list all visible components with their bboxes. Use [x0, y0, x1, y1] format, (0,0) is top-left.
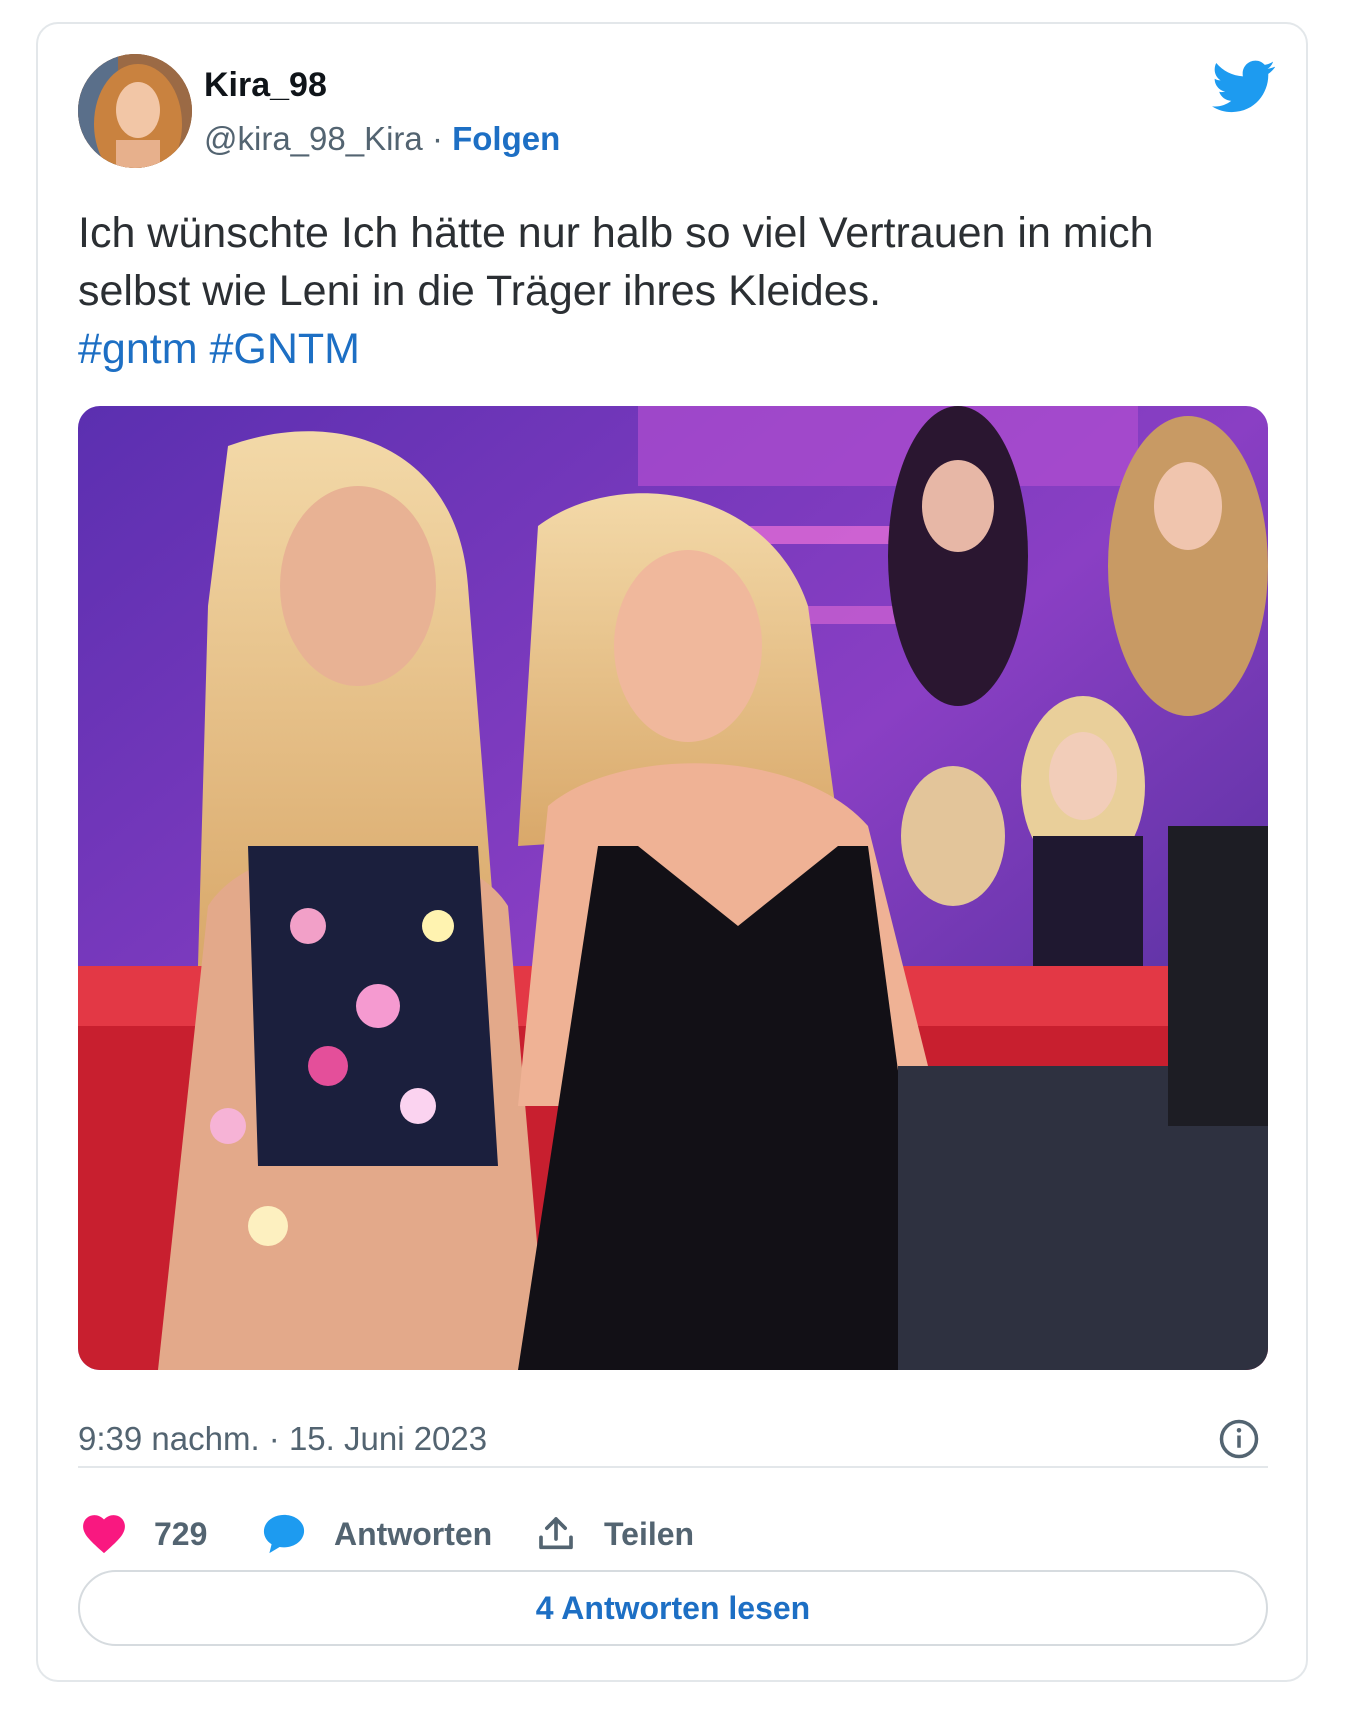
- author-avatar[interactable]: [78, 54, 192, 168]
- like-count: 729: [154, 1515, 208, 1552]
- share-upload-icon: [539, 1517, 573, 1550]
- tweet-text-block: Ich wünschte Ich hätte nur halb so viel …: [78, 204, 1258, 378]
- heart-icon: [83, 1515, 125, 1554]
- read-replies-button[interactable]: 4 Antworten lesen: [78, 1570, 1268, 1646]
- hashtag-GNTM[interactable]: #GNTM: [209, 325, 360, 373]
- handle-row: @kira_98_Kira · Folgen: [204, 120, 560, 158]
- tweet-text: Ich wünschte Ich hätte nur halb so viel …: [78, 209, 1154, 315]
- info-icon[interactable]: [1218, 1418, 1260, 1460]
- tweet-photo[interactable]: [78, 406, 1268, 1370]
- share-label: Teilen: [604, 1515, 695, 1552]
- like-button[interactable]: 729: [82, 1508, 207, 1560]
- twitter-bird-icon[interactable]: [1212, 60, 1276, 114]
- hashtag-gntm[interactable]: #gntm: [78, 325, 198, 373]
- tweet-timestamp[interactable]: 9:39 nachm. · 15. Juni 2023: [78, 1420, 487, 1458]
- tweet-photo-image: [78, 406, 1268, 1370]
- follow-button[interactable]: Folgen: [452, 120, 560, 157]
- separator-dot: ·: [422, 120, 453, 157]
- author-handle[interactable]: @kira_98_Kira: [204, 120, 423, 157]
- tweet-card: Kira_98 @kira_98_Kira · Folgen Ich wünsc…: [36, 22, 1308, 1682]
- tweet-actions: 729 Antworten Teilen: [78, 1508, 1268, 1560]
- reply-label: Antworten: [334, 1515, 493, 1552]
- share-button[interactable]: Teilen: [536, 1508, 694, 1560]
- reply-button[interactable]: Antworten: [262, 1508, 492, 1560]
- divider: [78, 1466, 1268, 1468]
- author-name[interactable]: Kira_98: [204, 66, 327, 105]
- speech-bubble-icon: [263, 1514, 305, 1554]
